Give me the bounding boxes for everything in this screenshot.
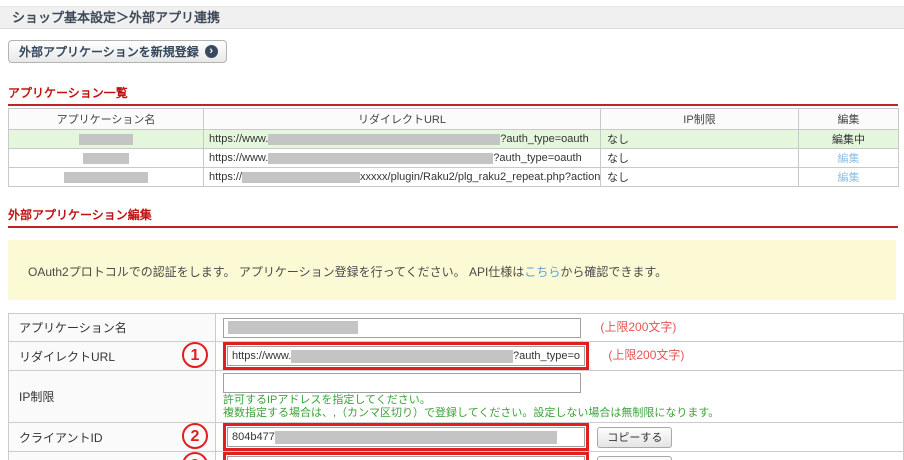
application-edit-form: アプリケーション名 (上限200文字) リダイレクトURL 1 https://… xyxy=(8,313,904,460)
application-edit-section: 外部アプリケーション編集 OAuth2プロトコルでの認証をします。 アプリケーシ… xyxy=(8,206,898,460)
redirect-url-cell: https://www. ?auth_type=oauth xyxy=(204,130,601,149)
redacted-url-part xyxy=(268,134,500,145)
redirect-url-highlight-box: https://www.?auth_type=o xyxy=(223,342,589,370)
api-spec-link[interactable]: こちら xyxy=(524,265,560,279)
copy-secret-id-button[interactable]: コピーする xyxy=(597,456,672,460)
redacted-value xyxy=(228,321,358,334)
col-header-app-name: アプリケーション名 xyxy=(9,109,204,130)
oauth-info-box: OAuth2プロトコルでの認証をします。 アプリケーション登録を行ってください。… xyxy=(8,240,896,300)
col-header-ip-limit: IP制限 xyxy=(601,109,799,130)
chevron-right-circle-icon: › xyxy=(205,45,218,58)
ip-note-line2: 複数指定する場合は、,（カンマ区切り）で登録してください。設定しない場合は無制限… xyxy=(223,407,903,420)
table-row-2: https://www. ?auth_type=oauth なし 編集 xyxy=(9,149,899,168)
form-row-ip-limit: IP制限 許可するIPアドレスを指定してください。 複数指定する場合は、,（カン… xyxy=(9,371,904,423)
client-id-input[interactable]: 804b477 xyxy=(227,427,585,447)
info-text: から確認できます。 xyxy=(560,265,667,279)
url-suffix: xxxxx/plugin/Raku2/plg_raku2_repeat.php?… xyxy=(360,171,600,183)
url-prefix: https://www. xyxy=(209,152,268,164)
char-limit-note: (上限200文字) xyxy=(600,320,676,334)
ip-limit-note: 許可するIPアドレスを指定してください。 複数指定する場合は、,（カンマ区切り）… xyxy=(223,394,903,420)
ip-note-line1: 許可するIPアドレスを指定してください。 xyxy=(223,394,903,407)
redacted-url-part xyxy=(242,172,360,183)
copy-client-id-button[interactable]: コピーする xyxy=(597,427,672,448)
toolbar: 外部アプリケーションを新規登録 › xyxy=(8,40,904,63)
redirect-url-cell: https:// xxxxx/plugin/Raku2/plg_raku2_rep… xyxy=(204,168,601,187)
table-header-row: アプリケーション名 リダイレクトURL IP制限 編集 xyxy=(9,109,899,130)
url-prefix: https:// xyxy=(209,171,242,183)
section-rule xyxy=(8,104,898,106)
edit-link[interactable]: 編集 xyxy=(838,172,860,184)
form-row-client-id: クライアントID 2 804b477 コピーする xyxy=(9,423,904,452)
ip-limit-cell: なし xyxy=(601,149,799,168)
redirect-url-input[interactable]: https://www.?auth_type=o xyxy=(227,346,585,366)
col-header-edit: 編集 xyxy=(799,109,899,130)
new-app-register-button-label: 外部アプリケーションを新規登録 xyxy=(19,43,199,60)
page-header: ショップ基本設定＞外部アプリ連携 xyxy=(0,6,904,29)
redacted-url-part xyxy=(268,153,493,164)
redacted-app-name xyxy=(83,153,129,164)
ip-limit-cell: なし xyxy=(601,168,799,187)
form-row-secret-id: シークレットID 3 00da7fc5 コピーする シークレットIDを変更する xyxy=(9,452,904,460)
application-edit-heading: 外部アプリケーション編集 xyxy=(8,206,898,223)
url-suffix: ?auth_type=oauth xyxy=(493,152,581,164)
secret-id-input[interactable]: 00da7fc5 xyxy=(227,456,585,460)
secret-id-highlight-box: 00da7fc5 xyxy=(223,452,589,460)
client-id-highlight-box: 804b477 xyxy=(223,423,589,451)
page-title: ショップ基本設定＞外部アプリ連携 xyxy=(12,10,220,25)
url-prefix: https://www. xyxy=(209,133,268,145)
application-list-section: アプリケーション一覧 アプリケーション名 リダイレクトURL IP制限 編集 h… xyxy=(8,84,898,187)
redacted-app-name xyxy=(64,172,148,183)
application-list-table: アプリケーション名 リダイレクトURL IP制限 編集 https://www.… xyxy=(8,108,899,187)
annotation-circle-2: 2 xyxy=(182,423,208,449)
form-row-redirect-url: リダイレクトURL 1 https://www.?auth_type=o (上限… xyxy=(9,342,904,371)
edit-link[interactable]: 編集 xyxy=(838,153,860,165)
ip-limit-input[interactable] xyxy=(223,373,581,393)
ip-limit-cell: なし xyxy=(601,130,799,149)
annotation-circle-1: 1 xyxy=(182,342,208,368)
app-name-input[interactable] xyxy=(223,318,581,338)
redacted-value xyxy=(291,350,513,363)
table-row-1-editing: https://www. ?auth_type=oauth なし 編集中 xyxy=(9,130,899,149)
new-app-register-button[interactable]: 外部アプリケーションを新規登録 › xyxy=(8,40,227,63)
redirect-url-cell: https://www. ?auth_type=oauth xyxy=(204,149,601,168)
redacted-value xyxy=(275,431,557,444)
app-name-label: アプリケーション名 xyxy=(9,314,216,342)
info-text: OAuth2プロトコルでの認証をします。 アプリケーション登録を行ってください。… xyxy=(28,265,524,279)
section-rule xyxy=(8,226,898,228)
edit-status-current: 編集中 xyxy=(799,130,899,149)
redacted-app-name xyxy=(79,134,133,145)
url-suffix: ?auth_type=oauth xyxy=(500,133,588,145)
table-row-3: https:// xxxxx/plugin/Raku2/plg_raku2_rep… xyxy=(9,168,899,187)
application-list-heading: アプリケーション一覧 xyxy=(8,84,898,101)
ip-limit-label: IP制限 xyxy=(9,371,216,423)
char-limit-note: (上限200文字) xyxy=(608,348,684,362)
col-header-redirect-url: リダイレクトURL xyxy=(204,109,601,130)
form-row-app-name: アプリケーション名 (上限200文字) xyxy=(9,314,904,342)
